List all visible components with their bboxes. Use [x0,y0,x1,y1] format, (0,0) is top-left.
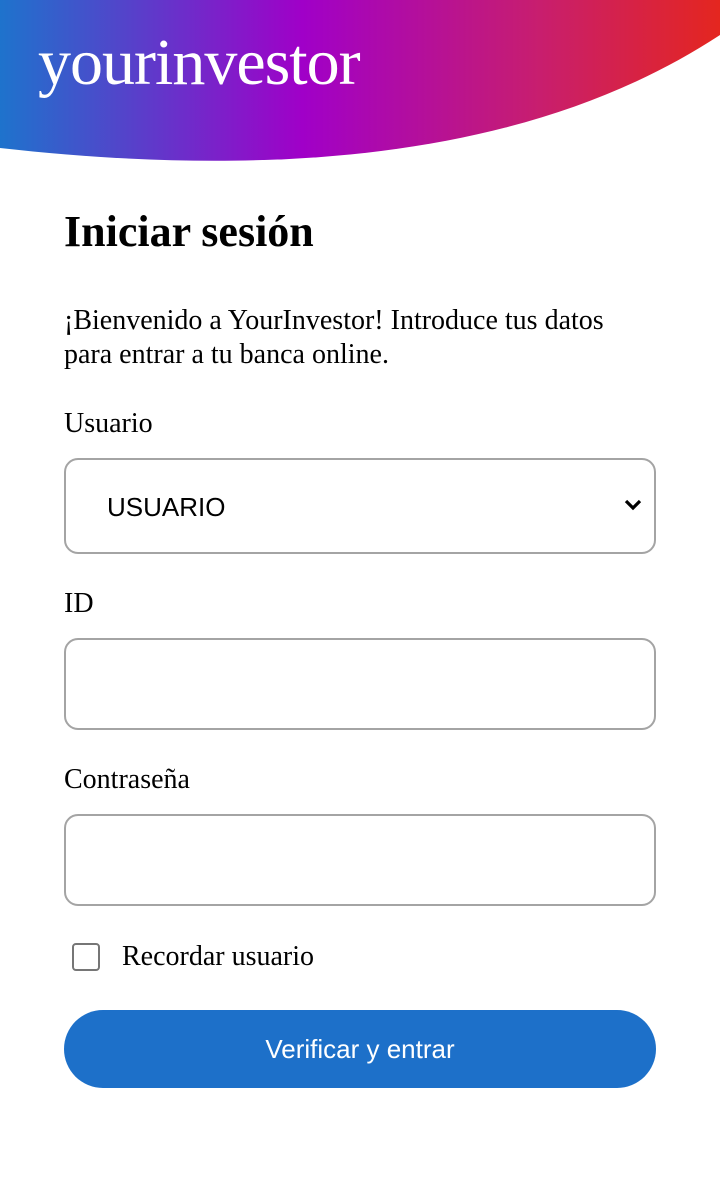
password-input[interactable] [64,814,656,906]
remember-label[interactable]: Recordar usuario [122,941,314,973]
user-label: Usuario [64,408,153,439]
user-type-select[interactable]: USUARIO [64,458,656,554]
id-label: ID [64,588,94,619]
logo[interactable]: yourinvestor [38,30,361,96]
select-value: USUARIO [107,492,226,522]
password-label: Contraseña [64,764,190,795]
chevron-down-icon [624,499,642,511]
submit-button[interactable]: Verificar y entrar [64,1010,656,1088]
intro-text: ¡Bienvenido a YourInvestor! Introduce tu… [64,305,604,370]
page-title: Iniciar sesión [64,207,314,256]
id-input[interactable] [64,638,656,730]
header-banner: yourinvestor [0,0,720,170]
remember-checkbox[interactable] [72,943,100,971]
